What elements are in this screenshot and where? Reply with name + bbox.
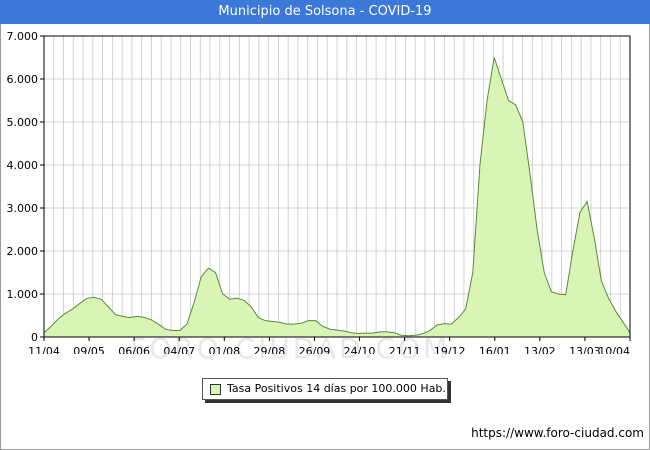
source-url: https://www.foro-ciudad.com (471, 426, 644, 440)
y-tick-label: 3.000 (7, 202, 39, 215)
x-tick-label: 09/05 (73, 345, 105, 354)
x-tick-label: 26/09 (299, 345, 331, 354)
legend-swatch (210, 384, 221, 395)
x-tick-label: 16/01 (479, 345, 511, 354)
x-tick-label: 24/10 (344, 345, 376, 354)
x-tick-label: 13/02 (524, 345, 556, 354)
chart-plot: 0 1.000 2.000 3.000 4.000 5.000 6.000 7.000 11/0… (7, 30, 631, 354)
x-tick-label: 13/03 (569, 345, 601, 354)
chart-legend: Tasa Positivos 14 días por 100.000 Hab. (202, 378, 448, 400)
x-tick-label: 11/04 (28, 345, 60, 354)
x-tick-label: 19/12 (434, 345, 466, 354)
x-tick-label: 04/07 (163, 345, 195, 354)
x-tick-label: 21/11 (389, 345, 421, 354)
y-tick-label: 6.000 (7, 73, 39, 86)
x-tick-label: 01/08 (208, 345, 240, 354)
x-tick-label: 06/06 (118, 345, 150, 354)
x-tick-label: 10/04 (598, 345, 630, 354)
legend-label: Tasa Positivos 14 días por 100.000 Hab. (227, 382, 446, 395)
chart-title: Municipio de Solsona - COVID-19 (0, 0, 650, 24)
y-tick-label: 4.000 (7, 159, 39, 172)
y-tick-label: 2.000 (7, 245, 39, 258)
y-tick-label: 1.000 (7, 288, 39, 301)
y-tick-label: 0 (31, 331, 38, 344)
x-tick-label: 29/08 (254, 345, 286, 354)
y-tick-label: 7.000 (7, 30, 39, 43)
y-tick-label: 5.000 (7, 116, 39, 129)
